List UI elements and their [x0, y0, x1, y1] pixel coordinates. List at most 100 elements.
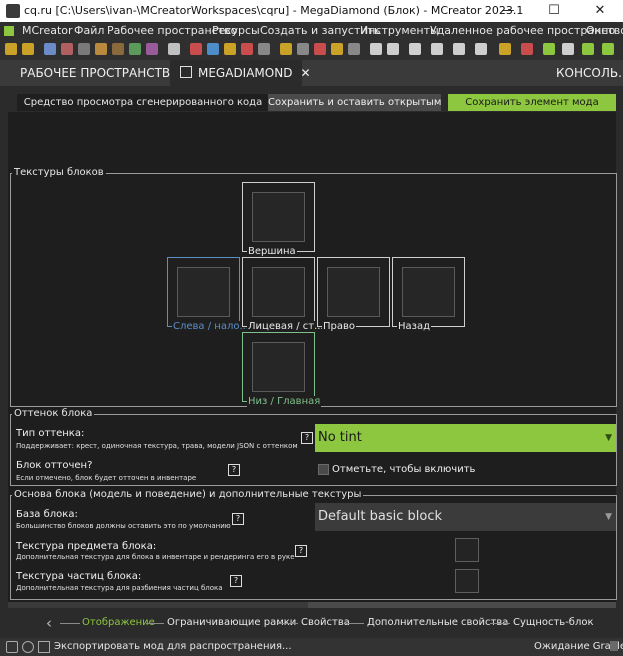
nav-separator	[278, 623, 298, 624]
minimize-button[interactable]: —	[485, 0, 531, 22]
window-title: cq.ru [C:\Users\ivan-\MCreatorWorkspaces…	[24, 4, 524, 17]
maximize-button[interactable]: ☐	[531, 0, 577, 22]
document-icon[interactable]	[370, 43, 382, 55]
texture-slot-right[interactable]: Право	[317, 257, 390, 332]
texture-right-label: Право	[322, 321, 357, 332]
item-tint-checkbox-label: Отметьте, чтобы включить	[332, 464, 476, 475]
menu-window[interactable]: Окно	[586, 24, 615, 37]
block-base-help-icon[interactable]: ?	[232, 513, 244, 525]
particle-texture-slot[interactable]	[455, 569, 479, 593]
mcreator-logo-icon	[4, 26, 14, 36]
console-tab[interactable]: КОНСОЛЬ.	[556, 60, 622, 86]
sound-icon[interactable]	[129, 43, 141, 55]
texture-slot-back[interactable]: Назад	[392, 257, 465, 332]
animation-icon[interactable]	[95, 43, 107, 55]
menu-tools[interactable]: Инструменты	[360, 24, 439, 37]
texture-slot-left[interactable]: Слева / нало...	[167, 257, 250, 332]
item-tint-label: Блок отточен?	[16, 460, 93, 471]
export-icon[interactable]	[453, 43, 465, 55]
item-texture-help-icon[interactable]: ?	[295, 545, 307, 557]
run-server-icon[interactable]	[582, 43, 594, 55]
menu-bar: MCreator Файл Рабочее пространство Ресур…	[0, 22, 623, 40]
tint-legend: Оттенок блока	[12, 408, 95, 419]
nav-item-properties[interactable]: Свойства	[301, 617, 350, 628]
texture-icon[interactable]	[44, 43, 56, 55]
block-cube-icon	[180, 66, 192, 78]
block-icon[interactable]	[241, 43, 253, 55]
hammer-icon[interactable]	[499, 43, 511, 55]
nav-separator	[60, 623, 80, 624]
textures-legend: Текстуры блоков	[12, 167, 106, 178]
bucket-icon[interactable]	[168, 43, 180, 55]
nav-item-bounding-boxes[interactable]: Ограничивающие рамки	[167, 617, 296, 628]
item-tint-sub: Если отмечено, блок будет отточен в инве…	[16, 474, 197, 482]
close-window-button[interactable]: ✕	[577, 0, 623, 22]
block-base-dropdown[interactable]: Default basic block ▼	[315, 503, 616, 531]
star-icon[interactable]	[280, 43, 292, 55]
grid-yellow-icon[interactable]	[224, 43, 236, 55]
armor-icon[interactable]	[112, 43, 124, 55]
particle-texture-sub: Дополнительная текстура для разбиения ча…	[16, 584, 223, 592]
new-element-icon[interactable]	[5, 43, 17, 55]
tab-megadiamond-label: MEGADIAMOND	[198, 66, 293, 80]
save-keep-open-button[interactable]: Сохранить и оставить открытым	[268, 94, 441, 111]
nav-item-block-entity[interactable]: Сущность-блок	[513, 617, 594, 628]
gear-icon[interactable]	[22, 641, 34, 653]
particle-texture-help-icon[interactable]: ?	[230, 575, 242, 587]
status-bar: Экспортировать мод для распространения..…	[0, 638, 623, 656]
tab-bar: РАБОЧЕЕ ПРОСТРАНСТВО MEGADIAMOND ✕ КОНСОЛ…	[0, 60, 623, 88]
status-text: Экспортировать мод для распространения..…	[54, 641, 292, 652]
folder-icon[interactable]	[331, 43, 343, 55]
item-texture-label: Текстура предмета блока:	[16, 541, 157, 552]
sliders-icon[interactable]	[297, 43, 309, 55]
stop-icon[interactable]	[562, 43, 574, 55]
tint-type-dropdown[interactable]: No tint ▼	[315, 424, 616, 452]
texture-slot-bottom[interactable]: Низ / Главная	[242, 332, 322, 407]
horizontal-scrollbar[interactable]	[8, 602, 616, 608]
nav-item-appearance[interactable]: Отображение	[82, 617, 155, 628]
run-client-icon[interactable]	[543, 43, 555, 55]
image-icon[interactable]	[61, 43, 73, 55]
texture-top-label: Вершина	[247, 246, 297, 257]
nav-separator	[346, 623, 364, 624]
grid-red-icon[interactable]	[190, 43, 202, 55]
item-tint-checkbox[interactable]	[318, 464, 329, 475]
fork-icon[interactable]	[475, 43, 487, 55]
tint-type-label: Тип оттенка:	[16, 428, 85, 439]
model-icon[interactable]	[78, 43, 90, 55]
list-icon[interactable]	[348, 43, 360, 55]
code-viewer-button[interactable]: Средство просмотра сгенерированного кода	[17, 94, 269, 111]
arrow-down-alt-icon[interactable]	[409, 43, 421, 55]
tab-workspace[interactable]: РАБОЧЕЕ ПРОСТРАНСТВО	[20, 60, 180, 86]
close-tab-icon[interactable]: ✕	[300, 66, 310, 80]
tab-megadiamond[interactable]: MEGADIAMOND ✕	[170, 60, 311, 88]
arrow-up-icon[interactable]	[431, 43, 443, 55]
pin-icon[interactable]	[6, 641, 18, 653]
particle-texture-label: Текстура частиц блока:	[16, 571, 142, 582]
item-tint-help-icon[interactable]: ?	[228, 464, 240, 476]
eraser-icon[interactable]	[521, 43, 533, 55]
export-status-icon	[38, 641, 50, 653]
save-mod-element-button[interactable]: Сохранить элемент мода	[448, 94, 616, 111]
tint-help-icon[interactable]: ?	[301, 432, 313, 444]
gear-icon[interactable]	[258, 43, 270, 55]
palette-icon[interactable]	[314, 43, 326, 55]
nav-item-advanced-properties[interactable]: Дополнительные свойства	[367, 617, 508, 628]
scrollbar-thumb[interactable]	[308, 602, 616, 608]
app-icon	[6, 4, 20, 18]
previous-page-icon[interactable]: ‹	[46, 614, 52, 632]
texture-slot-front[interactable]: Лицевая / ст...	[242, 257, 325, 332]
menu-mcreator[interactable]: MCreator	[22, 24, 73, 37]
menu-resources[interactable]: Ресурсы	[212, 24, 260, 37]
gradle-status-icon	[610, 641, 618, 651]
chevron-down-icon: ▼	[605, 512, 612, 522]
open-folder-icon[interactable]	[22, 43, 34, 55]
structure-icon[interactable]	[146, 43, 158, 55]
item-texture-slot[interactable]	[455, 538, 479, 562]
run-gradle-icon[interactable]	[602, 43, 614, 55]
texture-slot-top[interactable]: Вершина	[242, 182, 315, 257]
arrow-down-icon[interactable]	[387, 43, 399, 55]
grid-blue-icon[interactable]	[207, 43, 219, 55]
menu-file[interactable]: Файл	[74, 24, 104, 37]
tint-type-sub: Поддерживает: крест, одиночная текстура,…	[16, 442, 298, 450]
